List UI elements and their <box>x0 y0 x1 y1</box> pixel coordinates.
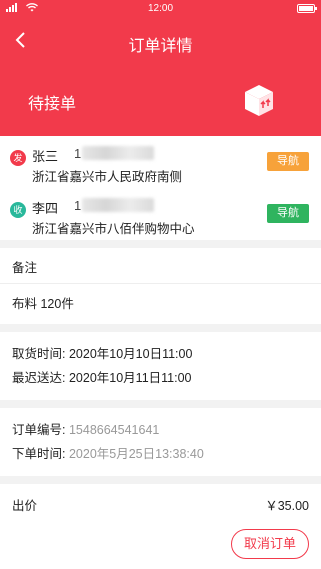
receiver-navigate-button[interactable]: 导航 <box>267 204 309 223</box>
sender-address-text: 浙江省嘉兴市人民政府南侧 <box>32 170 183 184</box>
divider <box>0 240 321 248</box>
remark-content: 布料 120件 <box>12 297 74 311</box>
order-status-text: 待接单 <box>28 96 77 113</box>
sender-name: 张三 <box>32 149 59 164</box>
page-title: 订单详情 <box>128 38 193 55</box>
status-time: 12:00 <box>147 3 174 14</box>
receiver-address-text: 浙江省嘉兴市八佰伴购物中心 <box>32 222 195 236</box>
remark-title: 备注 <box>0 248 321 284</box>
cancel-order-button[interactable]: 取消订单 <box>231 529 309 559</box>
order-created-label: 下单时间: <box>12 447 66 461</box>
bottom-action-bar: 取消订单 <box>0 519 321 569</box>
package-box-icon <box>245 85 273 116</box>
sender-tag: 发 <box>10 150 26 166</box>
order-status-banner: 待接单 <box>0 64 321 136</box>
receiver-address: 收 李四 1 浙江省嘉兴市八佰伴购物中心 导航 <box>0 188 321 240</box>
time-card: 取货时间: 2020年10月10日11:00 最迟送达: 2020年10月11日… <box>0 332 321 400</box>
divider <box>0 400 321 408</box>
sender-address: 发 张三 1 浙江省嘉兴市人民政府南侧 导航 <box>0 136 321 188</box>
order-number-row: 订单编号: 1548664541641 <box>0 418 321 442</box>
pickup-time-row: 取货时间: 2020年10月10日11:00 <box>0 342 321 366</box>
price-label: 出价 <box>12 499 38 513</box>
order-info-card: 订单编号: 1548664541641 下单时间: 2020年5月25日13:3… <box>0 408 321 476</box>
pickup-time-value: 2020年10月10日11:00 <box>68 347 193 361</box>
remark-card: 备注 布料 120件 <box>0 248 321 324</box>
order-created-value: 2020年5月25日13:38:40 <box>68 447 204 461</box>
receiver-name: 李四 <box>32 201 59 216</box>
navigation-bar: 订单详情 <box>0 18 321 64</box>
receiver-phone-blurred <box>82 198 154 212</box>
sender-phone-blurred <box>82 146 154 160</box>
latest-delivery-row: 最迟送达: 2020年10月11日11:00 <box>0 366 321 390</box>
battery-icon <box>297 4 317 13</box>
order-created-row: 下单时间: 2020年5月25日13:38:40 <box>0 442 321 466</box>
status-bar: 12:00 <box>0 0 321 18</box>
latest-delivery-value: 2020年10月11日11:00 <box>68 371 192 385</box>
sender-navigate-button[interactable]: 导航 <box>267 152 309 171</box>
receiver-phone: 1 <box>74 198 82 213</box>
sender-phone: 1 <box>74 146 82 161</box>
divider <box>0 324 321 332</box>
order-number-value: 1548664541641 <box>68 423 160 437</box>
order-number-label: 订单编号: <box>12 423 66 437</box>
pickup-time-label: 取货时间: <box>12 347 66 361</box>
latest-delivery-label: 最迟送达: <box>12 371 66 385</box>
divider <box>0 476 321 484</box>
receiver-tag: 收 <box>10 202 26 218</box>
address-card: 发 张三 1 浙江省嘉兴市人民政府南侧 导航 收 李四 1 浙江省嘉兴市八佰伴购… <box>0 136 321 240</box>
